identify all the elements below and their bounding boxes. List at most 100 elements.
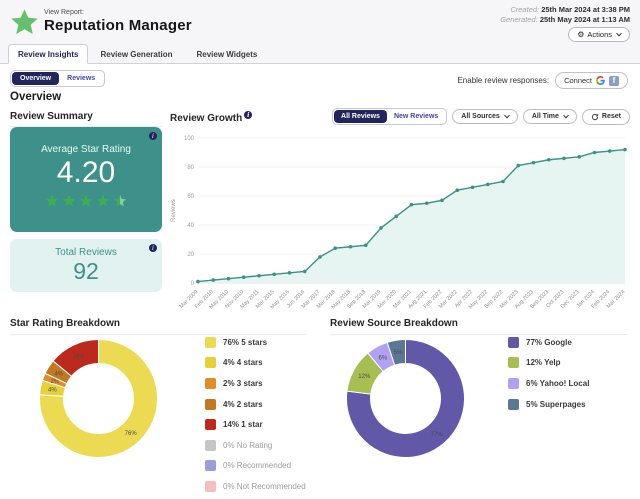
legend-label: 2% 3 stars [223,378,263,388]
svg-text:20: 20 [187,252,194,258]
connect-button[interactable]: Connect f [555,72,628,89]
legend-item[interactable]: 4% 4 stars [205,353,306,374]
tab-bar: Review Insights Review Generation Review… [0,44,640,64]
refresh-icon [591,113,599,120]
svg-text:80: 80 [187,165,194,171]
created-value: 25th Mar 2024 at 3:38 PM [541,5,630,14]
actions-button[interactable]: ⚙ Actions [568,27,630,42]
svg-text:5%: 5% [394,350,403,356]
legend-swatch [205,377,216,389]
all-sources-dropdown[interactable]: All Sources [452,109,518,124]
legend-label: 6% Yahoo! Local [526,378,590,388]
star-icon [46,195,58,207]
legend-label: 76% 5 stars [223,337,268,347]
legend-label: 77% Google [526,337,572,347]
generated-value: 25th May 2024 at 1:13 AM [539,15,630,24]
star-icon [80,195,92,207]
legend-item[interactable]: 12% Yelp [508,353,589,374]
all-reviews-button[interactable]: All Reviews [334,110,387,123]
legend-item[interactable]: 77% Google [508,332,589,353]
page-title: Reputation Manager [44,17,192,34]
legend-swatch [205,439,216,451]
star-breakdown-donut-chart: 76%4%2%4%14% [39,338,158,458]
reviews-filter-group: All Reviews New Reviews [332,108,448,125]
reset-label: Reset [601,113,621,120]
legend-item[interactable]: 14% 1 star [205,414,306,435]
tab-review-insights[interactable]: Review Insights [8,44,89,64]
actions-label: Actions [587,30,612,39]
reputation-manager-page: View Report: Reputation Manager Created:… [0,0,640,499]
svg-text:12%: 12% [358,374,371,380]
info-icon[interactable]: i [149,244,157,252]
tab-review-generation[interactable]: Review Generation [88,45,184,63]
average-rating-value: 4.20 [56,156,116,189]
legend-label: 0% Not Recommended [223,481,306,491]
legend-label: 0% Recommended [223,461,292,471]
legend-swatch [205,398,216,410]
report-meta: Created: 25th Mar 2024 at 3:38 PM Genera… [500,5,630,25]
enable-review-responses-label: Enable review responses: [457,76,550,85]
svg-text:0: 0 [191,281,195,287]
legend-label: 4% 2 stars [223,399,263,409]
overview-heading: Overview [10,91,62,103]
legend-item[interactable]: 0% Not Recommended [205,476,306,497]
svg-text:60: 60 [187,194,194,200]
facebook-icon: f [609,75,619,86]
legend-label: 0% No Rating [223,440,273,450]
legend-swatch [508,377,519,389]
main-content: Overview Reviews Enable review responses… [0,64,640,499]
review-summary-title: Review Summary [10,111,162,127]
google-icon [596,76,605,85]
legend-item[interactable]: 0% No Rating [205,435,306,456]
reviews-toggle-button[interactable]: Reviews [59,72,103,85]
star-rating-display [10,194,162,208]
average-rating-card: i Average Star Rating 4.20 [10,127,162,232]
reset-button[interactable]: Reset [581,108,630,125]
chevron-down-icon [503,112,510,118]
chevron-down-icon [616,30,622,36]
star-icon [114,195,126,207]
average-rating-label: Average Star Rating [41,144,131,155]
total-reviews-card: i Total Reviews 92 [10,239,162,292]
legend-label: 5% Superpages [526,399,586,409]
legend-item[interactable]: 6% Yahoo! Local [508,373,589,394]
legend-label: 12% Yelp [526,358,561,368]
legend-item[interactable]: 0% Recommended [205,456,306,477]
legend-swatch [205,357,216,369]
legend-item[interactable]: 2% 3 stars [205,373,306,394]
svg-text:4%: 4% [48,388,57,394]
all-sources-label: All Sources [461,113,500,120]
review-growth-chart: 020406080100ReviewsMar 2009Feb 2010May 2… [171,136,627,310]
all-time-dropdown[interactable]: All Time [522,109,577,124]
legend-swatch [205,480,216,492]
generated-label: Generated: [500,15,538,24]
svg-text:40: 40 [187,223,194,229]
source-breakdown-donut-chart: 77% 12% 6% 5% [346,338,465,458]
total-reviews-label: Total Reviews [55,247,117,258]
legend-item[interactable]: 4% 2 stars [205,394,306,415]
overview-toggle-button[interactable]: Overview [12,72,60,85]
legend-item[interactable]: 76% 5 stars [205,332,306,353]
legend-item[interactable]: 5% Superpages [508,394,589,415]
svg-text:Reviews: Reviews [171,199,177,222]
star-icon [97,195,109,207]
new-reviews-button[interactable]: New Reviews [387,110,445,123]
created-label: Created: [510,5,540,14]
view-report-label: View Report: [44,9,84,16]
svg-text:77%: 77% [431,432,444,438]
tab-review-widgets[interactable]: Review Widgets [185,45,270,63]
svg-text:4%: 4% [54,371,63,377]
legend-swatch [205,460,216,472]
review-growth-title-text: Review Growth [170,112,243,124]
chevron-down-icon [563,112,569,118]
legend-label: 4% 4 stars [223,358,263,368]
svg-text:6%: 6% [379,355,388,361]
review-growth-title: Review Growth i [170,111,253,124]
info-icon[interactable]: i [149,132,157,140]
svg-text:100: 100 [184,136,195,142]
connect-label: Connect [564,76,592,85]
info-icon[interactable]: i [244,111,253,119]
growth-chart-controls: All Reviews New Reviews All Sources All … [332,108,630,125]
star-icon [63,195,75,207]
svg-text:14%: 14% [72,354,85,360]
